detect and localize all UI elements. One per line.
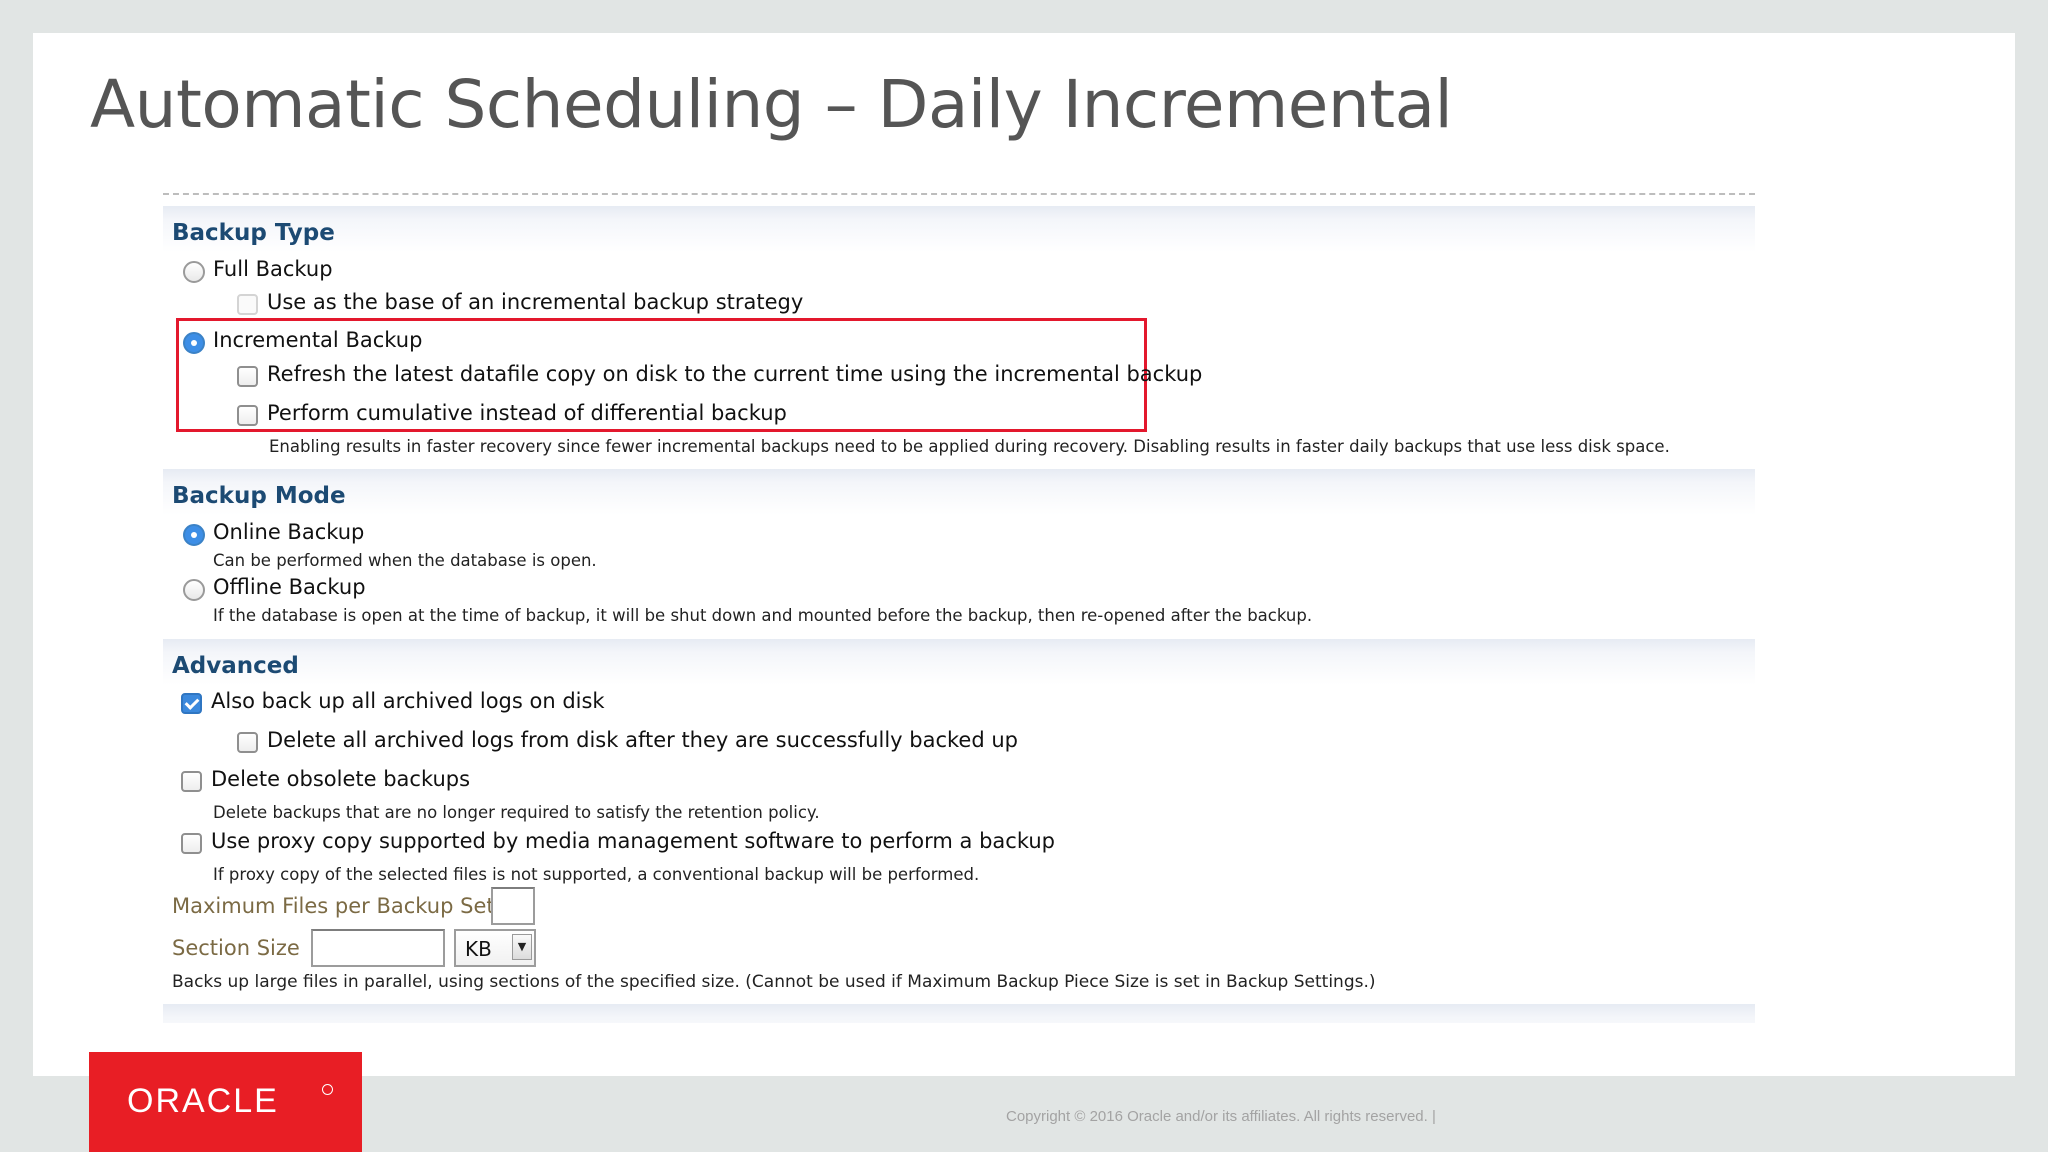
dashed-divider [163,193,1755,195]
archived-logs-label: Also back up all archived logs on disk [211,689,605,713]
delete-obsolete-note: Delete backups that are no longer requir… [213,803,820,822]
offline-backup-note: If the database is open at the time of b… [213,606,1313,625]
incremental-backup-label: Incremental Backup [213,328,423,352]
oracle-logo: ORACLE [89,1052,362,1152]
online-backup-note: Can be performed when the database is op… [213,551,597,570]
max-files-label: Maximum Files per Backup Set [172,894,495,918]
refresh-datafile-checkbox[interactable] [237,366,258,387]
offline-backup-label: Offline Backup [213,575,366,599]
section-size-input[interactable] [311,929,445,967]
slide-title: Automatic Scheduling – Daily Incremental [90,66,1453,143]
section-size-unit-select[interactable]: KB ▼ [454,929,536,967]
delete-archived-logs-label: Delete all archived logs from disk after… [267,728,1018,752]
online-backup-radio[interactable] [183,524,205,546]
full-backup-label: Full Backup [213,257,333,281]
advanced-header-bar [163,639,1755,685]
proxy-copy-label: Use proxy copy supported by media manage… [211,829,1055,853]
incremental-base-checkbox[interactable] [237,294,258,315]
full-backup-radio[interactable] [183,261,205,283]
delete-archived-logs-checkbox[interactable] [237,732,258,753]
cumulative-label: Perform cumulative instead of differenti… [267,401,787,425]
section-size-unit-value: KB [465,937,492,961]
delete-obsolete-checkbox[interactable] [181,771,202,792]
refresh-datafile-label: Refresh the latest datafile copy on disk… [267,362,1203,386]
incremental-backup-radio[interactable] [183,332,205,354]
incremental-base-label: Use as the base of an incremental backup… [267,290,804,314]
backup-mode-header-bar [163,469,1755,515]
backup-type-heading: Backup Type [172,220,335,246]
proxy-copy-checkbox[interactable] [181,833,202,854]
copyright-notice: Copyright © 2016 Oracle and/or its affil… [1006,1108,1436,1125]
proxy-copy-note: If proxy copy of the selected files is n… [213,865,980,884]
delete-obsolete-label: Delete obsolete backups [211,767,471,791]
advanced-heading: Advanced [172,653,299,679]
max-files-input[interactable] [491,887,535,925]
backup-settings-screenshot: Backup Type Full Backup Use as the base … [163,191,1755,1023]
archived-logs-checkbox[interactable] [181,693,202,714]
chevron-down-icon[interactable]: ▼ [512,934,532,960]
online-backup-label: Online Backup [213,520,365,544]
cumulative-checkbox[interactable] [237,405,258,426]
offline-backup-radio[interactable] [183,579,205,601]
cumulative-note: Enabling results in faster recovery sinc… [269,437,1670,456]
registered-mark-icon [322,1084,333,1095]
section-size-label: Section Size [172,936,300,960]
backup-type-header-bar [163,206,1755,252]
encryption-header-bar [163,1004,1755,1023]
section-size-note: Backs up large files in parallel, using … [172,972,1376,992]
oracle-logo-text: ORACLE [127,1082,279,1120]
backup-mode-heading: Backup Mode [172,483,346,509]
